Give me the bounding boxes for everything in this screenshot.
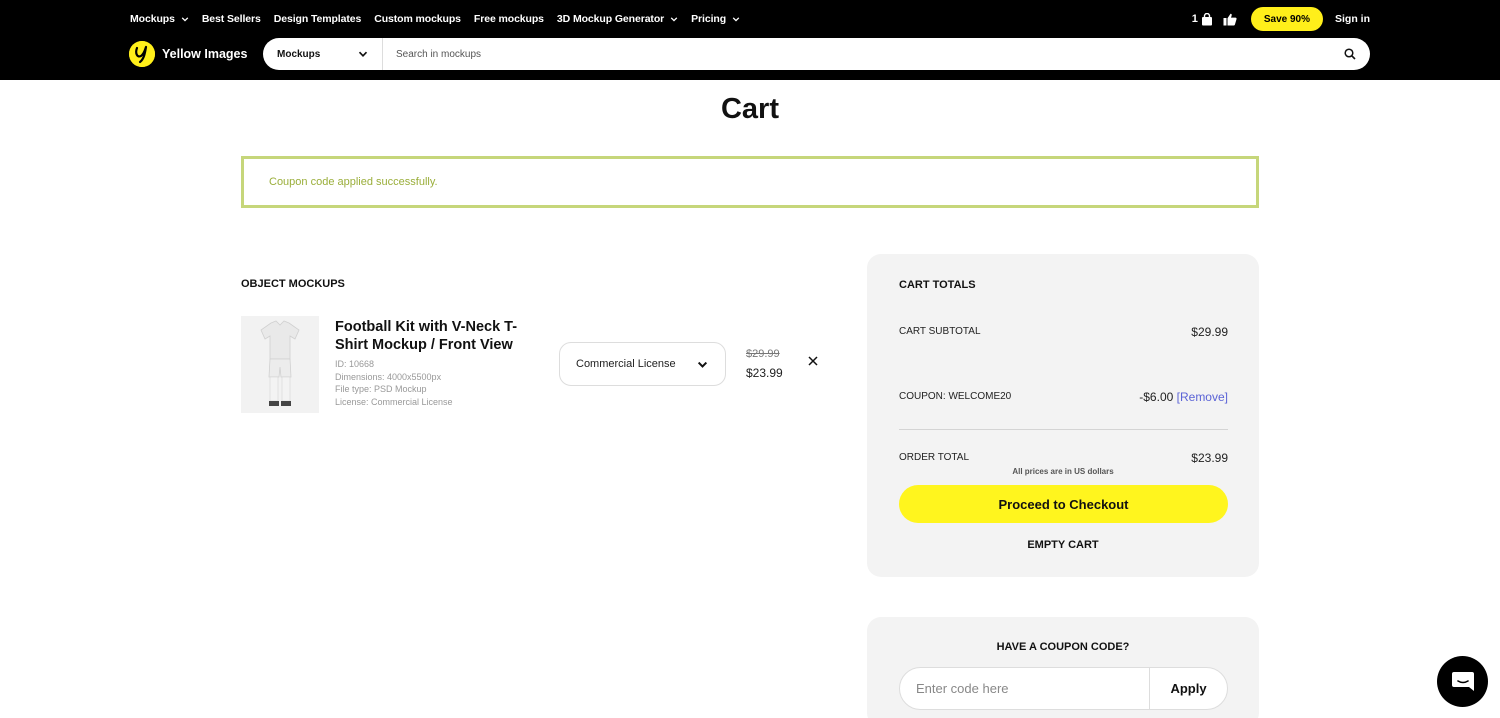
product-title[interactable]: Football Kit with V-Neck T-Shirt Mockup … <box>335 318 535 354</box>
nav-pricing[interactable]: Pricing <box>691 13 740 25</box>
currency-note: All prices are in US dollars <box>1012 467 1114 476</box>
search-category-select[interactable]: Mockups <box>263 38 383 70</box>
totals-divider <box>899 429 1228 430</box>
notice-text: Coupon code applied successfully. <box>269 176 438 188</box>
nav-custom-mockups-label: Custom mockups <box>374 13 461 25</box>
product-license: License: Commercial License <box>335 396 453 407</box>
nav-custom-mockups[interactable]: Custom mockups <box>374 13 461 25</box>
proceed-to-checkout-button[interactable]: Proceed to Checkout <box>899 485 1228 523</box>
thumbs-up-icon[interactable] <box>1223 13 1237 26</box>
coupon-success-notice: Coupon code applied successfully. <box>241 156 1259 208</box>
remove-item-icon[interactable] <box>806 354 820 368</box>
search-category-label: Mockups <box>277 48 321 60</box>
remove-coupon-link[interactable]: [Remove] <box>1177 390 1228 404</box>
search-icon[interactable] <box>1330 38 1370 70</box>
nav-mockups-label: Mockups <box>130 13 175 25</box>
cart-totals-panel: CART TOTALS CART SUBTOTAL $29.99 COUPON:… <box>867 254 1259 577</box>
search-bar: Mockups <box>263 38 1370 70</box>
nav-pricing-label: Pricing <box>691 13 727 25</box>
cart-totals-heading: CART TOTALS <box>899 279 976 291</box>
nav-3d-generator-label: 3D Mockup Generator <box>556 13 665 25</box>
product-id: ID: 10668 <box>335 359 375 369</box>
nav-3d-generator[interactable]: 3D Mockup Generator <box>557 13 678 25</box>
nav-design-templates[interactable]: Design Templates <box>273 13 362 25</box>
license-select-value: Commercial License <box>576 358 676 370</box>
coupon-heading: HAVE A COUPON CODE? <box>996 641 1130 653</box>
license-select[interactable]: Commercial License <box>559 342 726 386</box>
order-total-value: $23.99 <box>1191 451 1228 465</box>
empty-cart-button[interactable]: EMPTY CART <box>867 539 1259 551</box>
coupon-discount: -$6.00 [Remove] <box>1139 390 1228 404</box>
order-total-label: ORDER TOTAL <box>899 452 970 463</box>
top-nav: Mockups Best Sellers Design Templates Cu… <box>130 8 753 30</box>
subtotal-value: $29.99 <box>1191 325 1228 339</box>
save-90-button[interactable]: Save 90% <box>1250 7 1323 31</box>
chevron-down-icon <box>697 361 708 368</box>
chevron-down-icon <box>732 17 740 22</box>
nav-design-templates-label: Design Templates <box>273 13 362 25</box>
chat-icon[interactable] <box>1437 656 1488 707</box>
cart-link[interactable]: 1 <box>1191 12 1213 26</box>
brand-name: Yellow Images <box>162 47 248 61</box>
header-actions: 1 Save 90% Sign in <box>1192 7 1370 31</box>
product-file-type: File type: PSD Mockup <box>335 384 427 395</box>
brand-logo[interactable]: Yellow Images <box>129 41 247 67</box>
chevron-down-icon <box>670 17 678 22</box>
nav-free-mockups-label: Free mockups <box>473 13 544 25</box>
discounted-price: $23.99 <box>746 366 783 380</box>
search-input[interactable] <box>383 39 1330 69</box>
sign-in-link[interactable]: Sign in <box>1335 13 1370 25</box>
nav-best-sellers[interactable]: Best Sellers <box>202 13 261 25</box>
yellow-images-logo-icon <box>129 41 155 67</box>
site-header: Mockups Best Sellers Design Templates Cu… <box>0 0 1500 80</box>
coupon-form: Apply <box>899 667 1228 710</box>
coupon-panel: HAVE A COUPON CODE? Apply <box>867 617 1259 718</box>
cart-count: 1 <box>1191 13 1198 25</box>
product-dimensions: Dimensions: 4000x5500px <box>335 371 442 382</box>
apply-coupon-button[interactable]: Apply <box>1149 668 1227 709</box>
football-kit-image <box>260 320 300 406</box>
page-title: Cart <box>720 93 779 125</box>
chevron-down-icon <box>358 51 368 58</box>
coupon-discount-value: -$6.00 <box>1139 390 1174 404</box>
coupon-code-input[interactable] <box>900 668 1149 709</box>
nav-mockups[interactable]: Mockups <box>130 13 189 25</box>
coupon-label: COUPON: WELCOME20 <box>899 391 1012 402</box>
nav-free-mockups[interactable]: Free mockups <box>474 13 544 25</box>
chevron-down-icon <box>181 17 189 22</box>
product-thumbnail[interactable] <box>241 316 319 413</box>
subtotal-label: CART SUBTOTAL <box>899 326 981 337</box>
product-meta: ID: 10668 Dimensions: 4000x5500px File t… <box>335 358 453 408</box>
section-label: OBJECT MOCKUPS <box>241 278 345 290</box>
shopping-bag-icon <box>1201 12 1212 25</box>
nav-best-sellers-label: Best Sellers <box>201 13 261 25</box>
original-price: $29.99 <box>746 348 780 360</box>
